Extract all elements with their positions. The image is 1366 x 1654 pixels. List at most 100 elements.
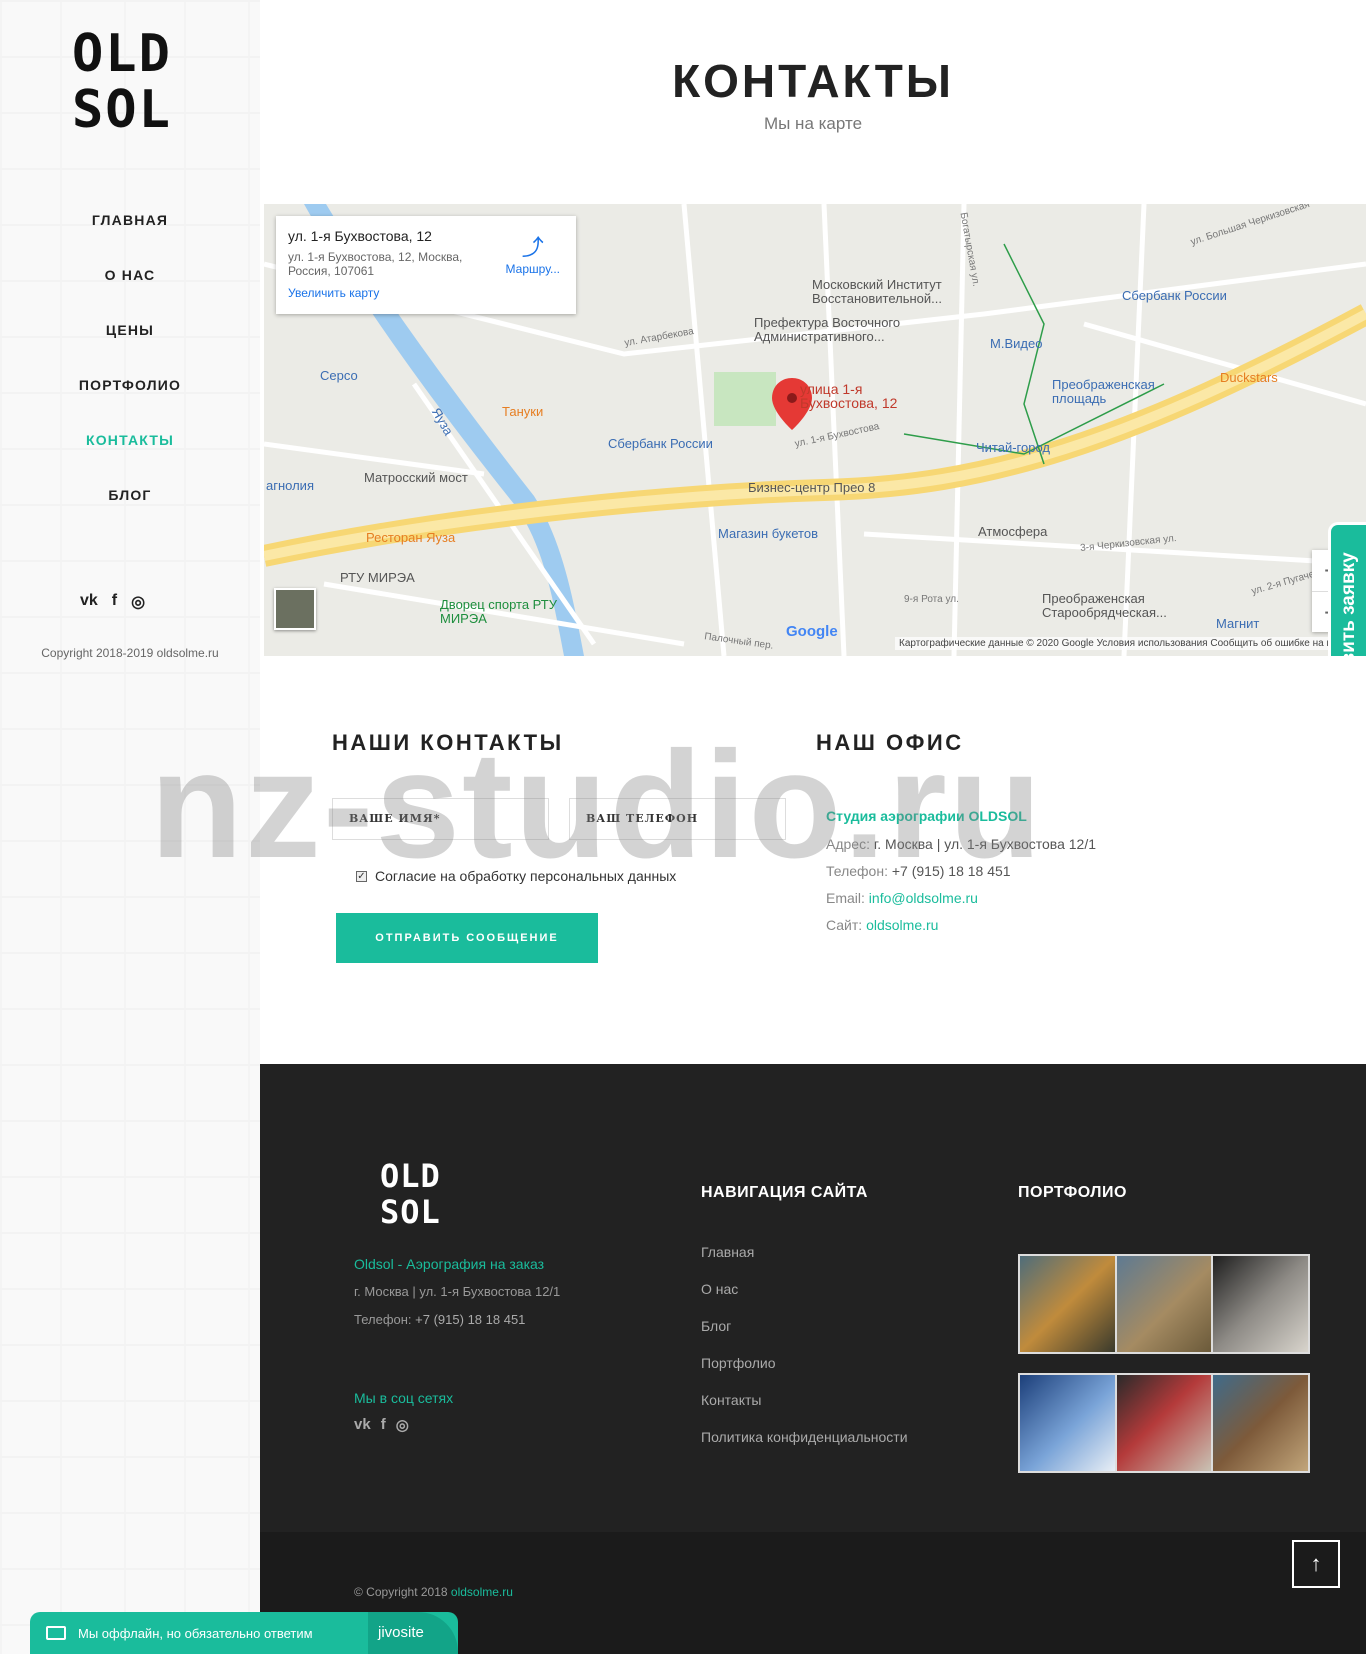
footer-social: vk f ◎ [354, 1416, 409, 1434]
footer-portfolio-heading: ПОРТФОЛИО [1018, 1184, 1127, 1201]
route-label: Маршру... [505, 262, 560, 276]
copyright-link[interactable]: oldsolme.ru [451, 1585, 513, 1599]
google-logo: Google [786, 623, 838, 640]
office-heading: НАШ ОФИС [816, 730, 964, 755]
vk-icon[interactable]: vk [354, 1416, 371, 1434]
footer-nav: Главная О нас Блог Портфолио Контакты По… [701, 1244, 908, 1466]
office-info: Студия аэрографии OLDSOL Адрес: г. Москв… [826, 808, 1096, 944]
submit-button[interactable]: ОТПРАВИТЬ СООБЩЕНИЕ [336, 913, 598, 963]
vk-icon[interactable]: vk [80, 592, 98, 612]
instagram-icon[interactable]: ◎ [396, 1416, 409, 1434]
nav-item-blog[interactable]: БЛОГ [0, 487, 260, 542]
chat-message: Мы оффлайн, но обязательно ответим [78, 1625, 313, 1641]
portfolio-thumb[interactable] [1213, 1375, 1309, 1471]
footer-nav-item[interactable]: О нас [701, 1281, 908, 1318]
footer-copyright: © Copyright 2018 oldsolme.ru [354, 1585, 513, 1599]
phone-label: Телефон: [826, 863, 888, 879]
map-label: Бизнес-центр Прео 8 [748, 480, 876, 495]
footer-phone-label: Телефон: [354, 1312, 412, 1327]
map-label: Серсо [320, 368, 358, 383]
footer-nav-item[interactable]: Контакты [701, 1392, 908, 1429]
nav-item-contacts[interactable]: КОНТАКТЫ [0, 432, 260, 487]
map-label: РТУ МИРЭА [340, 570, 415, 585]
map-label: М.Видео [990, 336, 1043, 351]
footer-logo-line-2: SOL [380, 1193, 441, 1231]
email-link[interactable]: info@oldsolme.ru [869, 890, 978, 906]
map-label: Атмосфера [978, 524, 1048, 539]
footer-social-heading: Мы в соц сетях [354, 1390, 454, 1406]
map-label: Дворец спорта РТУ МИРЭА [440, 597, 557, 626]
portfolio-row-1 [1018, 1254, 1310, 1354]
footer-nav-heading: НАВИГАЦИЯ САЙТА [701, 1184, 868, 1201]
name-input[interactable]: ВАШЕ ИМЯ* [332, 798, 549, 840]
map-label: Магнит [1216, 616, 1260, 631]
site-label: Сайт: [826, 917, 863, 933]
request-tab[interactable]: Оставить заявку [1328, 522, 1366, 656]
chat-widget[interactable]: Мы оффлайн, но обязательно ответим jivos… [30, 1612, 458, 1654]
footer-tagline: Oldsol - Аэрография на заказ [354, 1256, 545, 1272]
portfolio-thumb[interactable] [1020, 1375, 1117, 1471]
footer-nav-item[interactable]: Главная [701, 1244, 908, 1281]
consent-label: Согласие на обработку персональных данны… [375, 868, 677, 884]
logo-line-2: SOL [72, 80, 172, 140]
nav-item-portfolio[interactable]: ПОРТФОЛИО [0, 377, 260, 432]
sidebar: OLD SOL ГЛАВНАЯ О НАС ЦЕНЫ ПОРТФОЛИО КОН… [0, 0, 260, 1654]
site-link[interactable]: oldsolme.ru [866, 917, 938, 933]
portfolio-row-2 [1018, 1373, 1310, 1473]
address-value: г. Москва | ул. 1-я Бухвостова 12/1 [873, 836, 1096, 852]
arrow-up-icon: ↑ [1310, 1551, 1322, 1576]
instagram-icon[interactable]: ◎ [131, 592, 145, 612]
directions-icon: ⤴ [521, 235, 544, 260]
mail-icon [46, 1626, 66, 1640]
map-label: Преображенская площадь [1052, 377, 1155, 406]
google-map[interactable]: ул. 1-я Бухвостова, 12 ул. 1-я Бухвостов… [264, 204, 1366, 656]
map-label: Сбербанк России [608, 436, 713, 451]
nav-item-home[interactable]: ГЛАВНАЯ [0, 212, 260, 267]
portfolio-thumb[interactable] [1213, 1256, 1309, 1352]
email-label: Email: [826, 890, 865, 906]
map-attribution[interactable]: Картографические данные © 2020 Google Ус… [895, 637, 1356, 650]
footer-nav-item[interactable]: Политика конфиденциальности [701, 1429, 908, 1466]
phone-input[interactable]: ВАШ ТЕЛЕФОН [569, 798, 786, 840]
enlarge-map-link[interactable]: Увеличить карту [288, 286, 564, 300]
map-marker-label: улица 1-я Бухвостова, 12 [800, 381, 898, 411]
scroll-to-top-button[interactable]: ↑ [1292, 1540, 1340, 1588]
nav-item-about[interactable]: О НАС [0, 267, 260, 322]
logo-line-1: OLD [72, 24, 172, 84]
portfolio-thumb[interactable] [1116, 1375, 1214, 1471]
map-card-address: ул. 1-я Бухвостова, 12, Москва, Россия, … [288, 250, 463, 278]
map-label: Магазин букетов [718, 526, 818, 541]
map-label: агнолия [266, 478, 314, 493]
map-info-card: ул. 1-я Бухвостова, 12 ул. 1-я Бухвостов… [276, 216, 576, 314]
footer-phone-value: +7 (915) 18 18 451 [415, 1312, 526, 1327]
portfolio-thumb[interactable] [1020, 1256, 1117, 1352]
consent-checkbox[interactable]: ✓ [356, 870, 367, 882]
footer-logo-line-1: OLD [380, 1157, 441, 1195]
satellite-view-toggle[interactable] [274, 588, 316, 630]
main-nav: ГЛАВНАЯ О НАС ЦЕНЫ ПОРТФОЛИО КОНТАКТЫ БЛ… [0, 212, 260, 542]
facebook-icon[interactable]: f [112, 592, 117, 612]
portfolio-thumb[interactable] [1116, 1256, 1214, 1352]
footer-logo[interactable]: OLD SOL [380, 1158, 441, 1230]
footer-nav-item[interactable]: Портфолио [701, 1355, 908, 1392]
chat-brand: jivosite [368, 1612, 458, 1654]
map-label: Преображенская Старообрядческая... [1042, 591, 1167, 620]
map-label: Читай-город [976, 440, 1051, 455]
route-button[interactable]: ⤴ Маршру... [506, 230, 560, 276]
footer-phone: Телефон: +7 (915) 18 18 451 [354, 1312, 525, 1327]
map-label: Duckstars [1220, 370, 1278, 385]
map-label: Московский Институт Восстановительной... [812, 277, 942, 306]
map-label: Сбербанк России [1122, 288, 1227, 303]
page-subtitle: Мы на карте [763, 114, 863, 133]
address-label: Адрес: [826, 836, 870, 852]
footer-nav-item[interactable]: Блог [701, 1318, 908, 1355]
facebook-icon[interactable]: f [381, 1416, 386, 1434]
footer-address: г. Москва | ул. 1-я Бухвостова 12/1 [354, 1284, 561, 1299]
nav-item-prices[interactable]: ЦЕНЫ [0, 322, 260, 377]
logo[interactable]: OLD SOL [72, 26, 192, 138]
contacts-heading: НАШИ КОНТАКТЫ [332, 730, 564, 755]
request-tab-label: Оставить заявку [1337, 552, 1359, 656]
page-title: КОНТАКТЫ [672, 55, 954, 107]
phone-value: +7 (915) 18 18 451 [891, 863, 1011, 879]
sidebar-social: vk f ◎ [80, 592, 145, 612]
